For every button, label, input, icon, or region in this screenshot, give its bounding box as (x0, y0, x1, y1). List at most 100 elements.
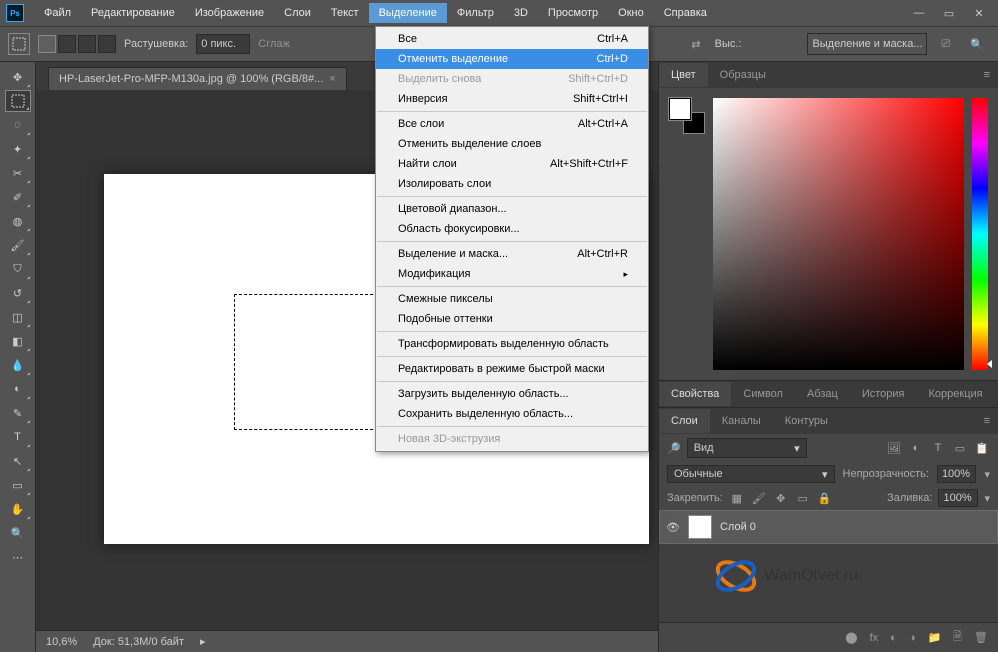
search-icon[interactable]: 🔍 (964, 38, 990, 51)
menu-item[interactable]: Загрузить выделенную область... (376, 384, 648, 404)
crop-tool[interactable]: ✂ (5, 162, 31, 184)
foreground-color[interactable] (669, 98, 691, 120)
selection-new[interactable] (38, 35, 56, 53)
lock-position-icon[interactable]: ✥ (773, 490, 789, 506)
pen-tool[interactable]: ✎ (5, 402, 31, 424)
menu-текст[interactable]: Текст (321, 3, 369, 23)
filter-type-icon[interactable]: T (930, 440, 946, 456)
layer-row[interactable]: 👁 Слой 0 (659, 510, 998, 544)
lock-pixels-icon[interactable]: 🖌 (751, 490, 767, 506)
selection-intersect[interactable] (98, 35, 116, 53)
opacity-input[interactable]: 100% (937, 465, 977, 483)
menu-выделение[interactable]: Выделение (369, 3, 447, 23)
menu-фильтр[interactable]: Фильтр (447, 3, 504, 23)
tab-swatches[interactable]: Образцы (708, 63, 778, 87)
tab-paths[interactable]: Контуры (773, 409, 840, 433)
status-chevron-icon[interactable]: ▸ (200, 635, 206, 648)
menu-item[interactable]: Найти слоиAlt+Shift+Ctrl+F (376, 154, 648, 174)
tab-character[interactable]: Символ (731, 382, 795, 406)
dodge-tool[interactable]: ◐ (5, 378, 31, 400)
tab-adjustments[interactable]: Коррекция (917, 382, 995, 406)
clone-stamp-tool[interactable]: ⛉ (5, 258, 31, 280)
quick-share-icon[interactable]: ⎚ (935, 38, 956, 51)
panel-menu-icon[interactable]: ≡ (976, 69, 998, 81)
healing-brush-tool[interactable]: ◍ (5, 210, 31, 232)
menu-item[interactable]: Сохранить выделенную область... (376, 404, 648, 424)
filter-kind-select[interactable]: Вид▾ (687, 438, 807, 458)
adjustment-layer-icon[interactable]: ◑ (909, 632, 916, 644)
lock-transparency-icon[interactable]: ▦ (729, 490, 745, 506)
menu-просмотр[interactable]: Просмотр (538, 3, 608, 23)
menu-слои[interactable]: Слои (274, 3, 321, 23)
tab-history[interactable]: История (850, 382, 917, 406)
minimize-button[interactable]: — (906, 4, 932, 22)
menu-item[interactable]: Выделение и маска...Alt+Ctrl+R (376, 244, 648, 264)
options-gear-icon[interactable]: ⇄ (685, 38, 706, 51)
filter-shape-icon[interactable]: ▭ (952, 440, 968, 456)
menu-item[interactable]: Все слоиAlt+Ctrl+A (376, 114, 648, 134)
gradient-tool[interactable]: ◧ (5, 330, 31, 352)
link-layers-icon[interactable]: ⬤ (845, 631, 857, 644)
tab-close-icon[interactable]: × (329, 73, 335, 85)
new-group-icon[interactable]: 📁 (927, 631, 941, 644)
filter-adjust-icon[interactable]: ◐ (908, 440, 924, 456)
menu-item[interactable]: Отменить выделениеCtrl+D (376, 49, 648, 69)
menu-item[interactable]: Отменить выделение слоев (376, 134, 648, 154)
brush-tool[interactable]: 🖌 (5, 234, 31, 256)
tab-color[interactable]: Цвет (659, 63, 708, 87)
menu-item[interactable]: Смежные пикселы (376, 289, 648, 309)
filter-pixel-icon[interactable]: 🖼 (886, 440, 902, 456)
panel-menu-icon[interactable]: ≡ (976, 415, 998, 427)
fill-input[interactable]: 100% (938, 489, 978, 507)
panel-menu-icon[interactable]: ≡ (995, 388, 998, 400)
close-button[interactable]: ✕ (966, 4, 992, 22)
menu-3d[interactable]: 3D (504, 3, 538, 23)
tool-preset-picker[interactable] (8, 33, 30, 55)
eyedropper-tool[interactable]: ✐ (5, 186, 31, 208)
selection-add[interactable] (58, 35, 76, 53)
color-field[interactable] (713, 98, 964, 370)
delete-layer-icon[interactable]: 🗑 (974, 631, 988, 644)
menu-item[interactable]: Область фокусировки... (376, 219, 648, 239)
menu-item[interactable]: ВсеCtrl+A (376, 29, 648, 49)
visibility-toggle-icon[interactable]: 👁 (666, 521, 680, 534)
menu-item[interactable]: Изолировать слои (376, 174, 648, 194)
zoom-level[interactable]: 10,6% (46, 636, 77, 648)
tab-paragraph[interactable]: Абзац (795, 382, 850, 406)
doc-size-info[interactable]: Док: 51,3M/0 байт (93, 636, 184, 648)
layer-thumbnail[interactable] (688, 515, 712, 539)
menu-item[interactable]: Цветовой диапазон... (376, 199, 648, 219)
layer-mask-icon[interactable]: ◐ (890, 632, 897, 644)
blend-mode-select[interactable]: Обычные▾ (667, 465, 835, 483)
tab-layers[interactable]: Слои (659, 409, 710, 433)
lock-all-icon[interactable]: 🔒 (817, 490, 833, 506)
document-tab[interactable]: HP-LaserJet-Pro-MFP-M130a.jpg @ 100% (RG… (48, 67, 347, 90)
select-and-mask-button[interactable]: Выделение и маска... (807, 33, 927, 55)
menu-окно[interactable]: Окно (608, 3, 654, 23)
layer-fx-icon[interactable]: fx (870, 632, 879, 644)
new-layer-icon[interactable]: 🗎 (953, 628, 962, 647)
menu-item[interactable]: Подобные оттенки (376, 309, 648, 329)
blur-tool[interactable]: 💧 (5, 354, 31, 376)
menu-справка[interactable]: Справка (654, 3, 717, 23)
menu-item[interactable]: Трансформировать выделенную область (376, 334, 648, 354)
maximize-button[interactable]: ▭ (936, 4, 962, 22)
menu-item[interactable]: Редактировать в режиме быстрой маски (376, 359, 648, 379)
edit-toolbar[interactable]: ⋯ (5, 546, 31, 568)
lasso-tool[interactable]: ◌ (5, 114, 31, 136)
type-tool[interactable]: T (5, 426, 31, 448)
move-tool[interactable]: ✥ (5, 66, 31, 88)
history-brush-tool[interactable]: ↺ (5, 282, 31, 304)
menu-изображение[interactable]: Изображение (185, 3, 274, 23)
fg-bg-swatch[interactable] (669, 98, 705, 134)
filter-search-icon[interactable]: 🔎 (667, 442, 681, 455)
tab-channels[interactable]: Каналы (710, 409, 773, 433)
marquee-tool[interactable] (5, 90, 31, 112)
eraser-tool[interactable]: ◫ (5, 306, 31, 328)
zoom-tool[interactable]: 🔍 (5, 522, 31, 544)
shape-tool[interactable]: ▭ (5, 474, 31, 496)
lock-artboard-icon[interactable]: ▭ (795, 490, 811, 506)
path-select-tool[interactable]: ↖ (5, 450, 31, 472)
hue-slider[interactable] (972, 98, 988, 370)
menu-item[interactable]: ИнверсияShift+Ctrl+I (376, 89, 648, 109)
